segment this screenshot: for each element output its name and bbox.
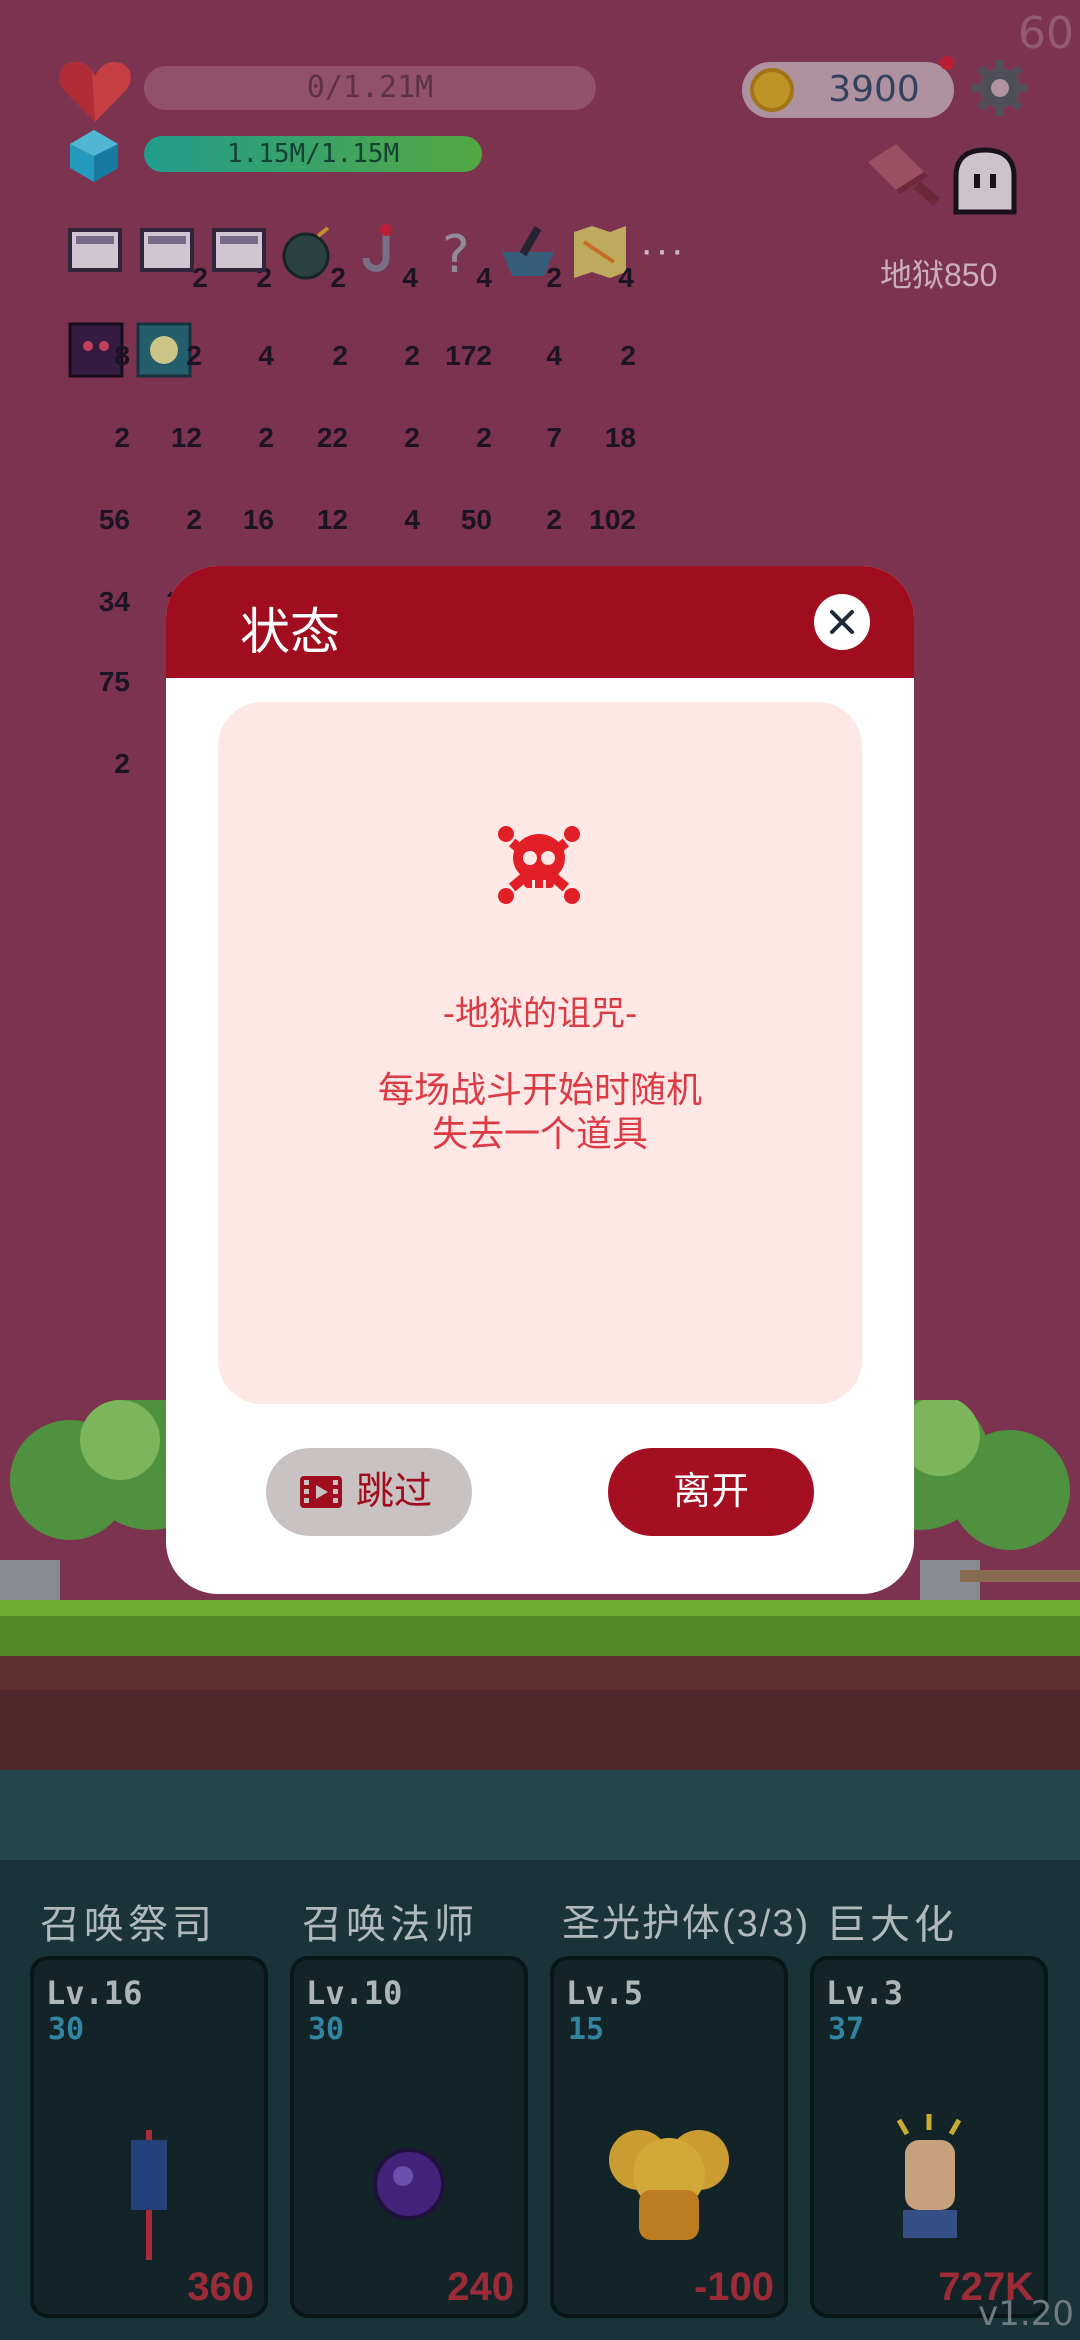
dialog-header: 状态 [166, 566, 914, 678]
status-dialog: 状态 -地狱的诅咒- 每场战斗开始时随机 失去一个道具 跳过 离开 [166, 566, 914, 1594]
dialog-title: 状态 [240, 604, 340, 660]
video-icon [300, 1476, 342, 1508]
close-icon [830, 610, 854, 634]
curse-line-1: 每场战斗开始时随机 [377, 1069, 702, 1110]
dialog-body: -地狱的诅咒- 每场战斗开始时随机 失去一个道具 [218, 702, 862, 1404]
leave-button[interactable]: 离开 [608, 1448, 814, 1536]
skip-button[interactable]: 跳过 [266, 1448, 472, 1536]
curse-description: 每场战斗开始时随机 失去一个道具 [218, 1068, 862, 1156]
curse-title: -地狱的诅咒- [442, 994, 638, 1034]
skip-label: 跳过 [356, 1471, 433, 1513]
skull-crossbones-icon [498, 826, 580, 904]
close-button[interactable] [814, 594, 870, 650]
leave-label: 离开 [672, 1471, 749, 1513]
curse-line-2: 失去一个道具 [431, 1113, 648, 1154]
